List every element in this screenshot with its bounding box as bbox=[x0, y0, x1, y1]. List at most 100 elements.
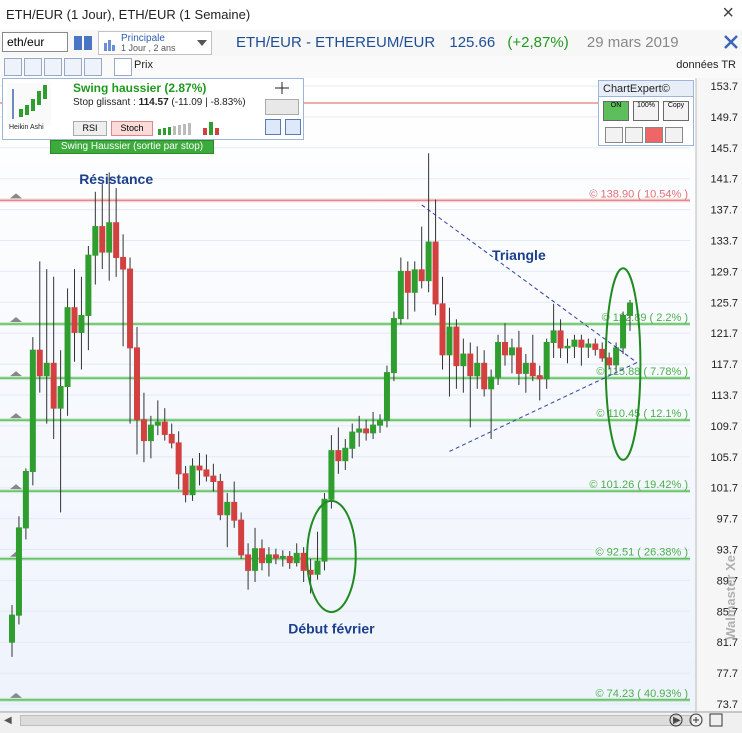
candle-up bbox=[9, 614, 15, 643]
candle-down bbox=[127, 268, 134, 349]
hammer-icon[interactable] bbox=[605, 127, 623, 143]
candle-up bbox=[252, 548, 259, 571]
candle-down bbox=[133, 347, 140, 421]
price-change: (+2,87%) bbox=[507, 34, 569, 51]
candle-up bbox=[356, 428, 363, 433]
y-tick-label: 109.7 bbox=[710, 421, 738, 433]
copy-button[interactable]: Copy bbox=[663, 101, 689, 121]
candle-down bbox=[231, 501, 238, 521]
zoom-label: 100% bbox=[637, 102, 655, 109]
indicators-icon[interactable] bbox=[44, 58, 62, 76]
candle-down bbox=[168, 433, 175, 444]
candle-down bbox=[245, 554, 252, 571]
candle-down bbox=[113, 222, 120, 258]
candle-up bbox=[564, 345, 571, 349]
zoom-controls[interactable] bbox=[668, 712, 724, 728]
candlestick-chart[interactable]: © 138.90 ( 10.54% ) © 122.89 ( 2.2% ) © 11… bbox=[0, 78, 742, 728]
tools-icon[interactable] bbox=[722, 33, 740, 51]
candle-down bbox=[335, 450, 342, 462]
chart-type-icon[interactable] bbox=[265, 119, 281, 135]
candle-down bbox=[182, 473, 189, 496]
chartexpert-panel: ChartExpert© ON 100% Copy bbox=[598, 80, 694, 146]
quote-date: 29 mars 2019 bbox=[586, 34, 679, 51]
move-icon[interactable] bbox=[265, 81, 299, 95]
y-tick-label: 113.7 bbox=[711, 390, 738, 402]
candle-down bbox=[502, 341, 509, 356]
scissors-icon[interactable] bbox=[625, 127, 643, 143]
candle-up bbox=[43, 362, 50, 377]
candle-up bbox=[349, 431, 356, 449]
candle-up bbox=[265, 554, 272, 564]
rsi-button[interactable]: RSI bbox=[73, 121, 107, 136]
candle-up bbox=[627, 302, 633, 316]
y-tick-label: 117.7 bbox=[711, 359, 738, 371]
candle-down bbox=[300, 552, 307, 571]
candle-down bbox=[467, 353, 474, 377]
candle-down bbox=[418, 269, 425, 282]
chartexpert-title: ChartExpert© bbox=[599, 81, 693, 97]
on-toggle[interactable]: ON bbox=[603, 101, 629, 121]
data-source-label: données TR bbox=[676, 59, 736, 71]
y-tick-label: 129.7 bbox=[710, 266, 738, 278]
candle-down bbox=[592, 343, 599, 350]
signal-strength-icon bbox=[158, 123, 191, 135]
blank-page-icon[interactable] bbox=[84, 58, 102, 76]
candle-up bbox=[377, 419, 384, 426]
chevron-down-icon bbox=[197, 40, 207, 46]
level-label: © 110.45 ( 12.1% ) bbox=[596, 408, 688, 420]
candle-up bbox=[78, 314, 85, 333]
copy-label: Copy bbox=[667, 102, 685, 109]
chart-annotation: Début février bbox=[288, 621, 375, 637]
indicator-icon[interactable] bbox=[285, 119, 301, 135]
y-tick-label: 153.7 bbox=[710, 81, 738, 93]
symbol-input[interactable] bbox=[2, 32, 68, 52]
level-label: © 115.88 ( 7.78% ) bbox=[596, 366, 688, 378]
heikin-ashi-icon[interactable] bbox=[114, 58, 132, 76]
horizontal-scrollbar[interactable]: ◀ ▶ bbox=[0, 712, 724, 729]
book-icon[interactable] bbox=[72, 33, 94, 53]
period-select[interactable]: Principale 1 Jour , 2 ans bbox=[98, 31, 212, 55]
gears-icon[interactable] bbox=[265, 99, 299, 115]
instrument-name: ETH/EUR - ETHEREUM/EUR bbox=[236, 34, 436, 51]
chart-area[interactable]: © 138.90 ( 10.54% ) © 122.89 ( 2.2% ) © 11… bbox=[0, 78, 742, 728]
on-label: ON bbox=[610, 102, 622, 109]
title-bar: ETH/EUR (1 Jour), ETH/EUR (1 Semaine) × bbox=[0, 0, 742, 31]
tools-icon[interactable] bbox=[4, 58, 22, 76]
level-label: © 101.26 ( 19.42% ) bbox=[589, 479, 688, 491]
candle-down bbox=[286, 555, 293, 564]
candle-down bbox=[557, 330, 564, 349]
candle-down bbox=[606, 357, 613, 366]
candle-up bbox=[543, 341, 550, 380]
candle-up bbox=[29, 349, 36, 472]
candle-up bbox=[411, 269, 418, 293]
indicator-toolbar: Prix données TR bbox=[0, 56, 742, 78]
alert-icon[interactable] bbox=[64, 58, 82, 76]
candle-down bbox=[238, 519, 245, 556]
target-icon[interactable] bbox=[665, 127, 683, 143]
candle-up bbox=[342, 447, 349, 462]
y-tick-label: 101.7 bbox=[710, 483, 738, 495]
stoch-button[interactable]: Stoch bbox=[111, 121, 153, 136]
candle-up bbox=[293, 552, 300, 564]
bars-icon bbox=[104, 40, 115, 51]
candle-up bbox=[22, 470, 29, 529]
refresh-icon[interactable] bbox=[645, 127, 663, 143]
scroll-thumb[interactable] bbox=[20, 715, 692, 726]
candle-up bbox=[508, 347, 515, 356]
stop-label: Stop glissant : bbox=[73, 97, 139, 108]
zoom-100-button[interactable]: 100% bbox=[633, 101, 659, 121]
level-label: © 74.23 ( 40.93% ) bbox=[596, 688, 689, 700]
scroll-left-icon[interactable]: ◀ bbox=[4, 715, 12, 726]
chart-settings-icon[interactable] bbox=[24, 58, 42, 76]
candle-up bbox=[106, 222, 113, 253]
last-price: 125.66 bbox=[449, 34, 496, 51]
candle-down bbox=[175, 442, 182, 475]
y-tick-label: 121.7 bbox=[710, 328, 738, 340]
y-tick-label: 141.7 bbox=[710, 174, 738, 186]
y-tick-label: 77.7 bbox=[717, 668, 738, 680]
close-icon[interactable]: × bbox=[722, 2, 734, 25]
candle-down bbox=[71, 307, 78, 333]
window-title: ETH/EUR (1 Jour), ETH/EUR (1 Semaine) bbox=[6, 7, 251, 22]
candle-up bbox=[620, 314, 627, 349]
level-label: © 92.51 ( 26.38% ) bbox=[596, 547, 689, 559]
